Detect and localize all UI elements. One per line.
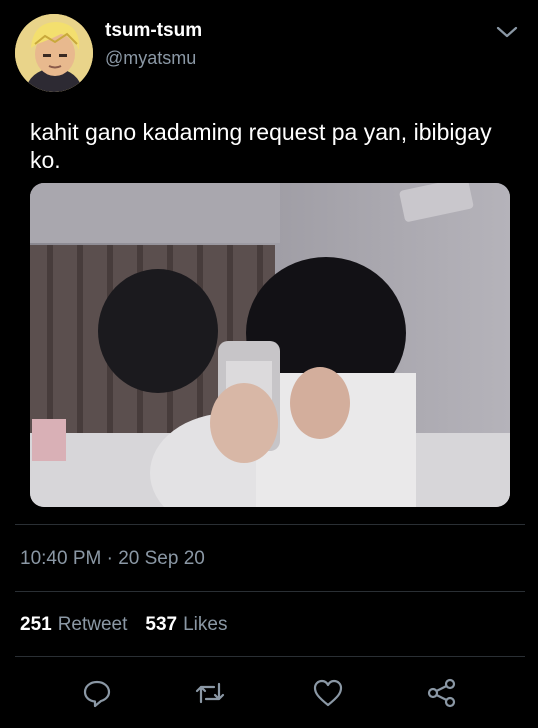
share-icon[interactable] — [425, 676, 459, 710]
like-label[interactable]: Likes — [183, 614, 227, 636]
chevron-down-icon[interactable] — [494, 22, 520, 42]
user-handle[interactable]: @myatsmu — [105, 48, 196, 69]
like-count[interactable]: 537 — [145, 614, 177, 636]
photo-image — [30, 183, 510, 507]
retweet-count[interactable]: 251 — [20, 614, 52, 636]
retweet-icon[interactable] — [193, 676, 227, 710]
tweet-photo[interactable] — [30, 183, 510, 507]
avatar-illustration — [15, 14, 93, 92]
divider — [15, 591, 525, 592]
divider — [15, 524, 525, 525]
display-name[interactable]: tsum-tsum — [105, 20, 202, 42]
engagement-stats: 251 Retweet 537 Likes — [20, 614, 227, 636]
divider — [15, 656, 525, 657]
reply-icon[interactable] — [80, 676, 114, 710]
tweet-timestamp[interactable]: 10:40 PM · 20 Sep 20 — [20, 548, 205, 570]
heart-icon[interactable] — [311, 676, 345, 710]
avatar[interactable] — [15, 14, 93, 92]
tweet-text: kahit gano kadaming request pa yan, ibib… — [30, 119, 492, 173]
retweet-label[interactable]: Retweet — [58, 614, 128, 636]
